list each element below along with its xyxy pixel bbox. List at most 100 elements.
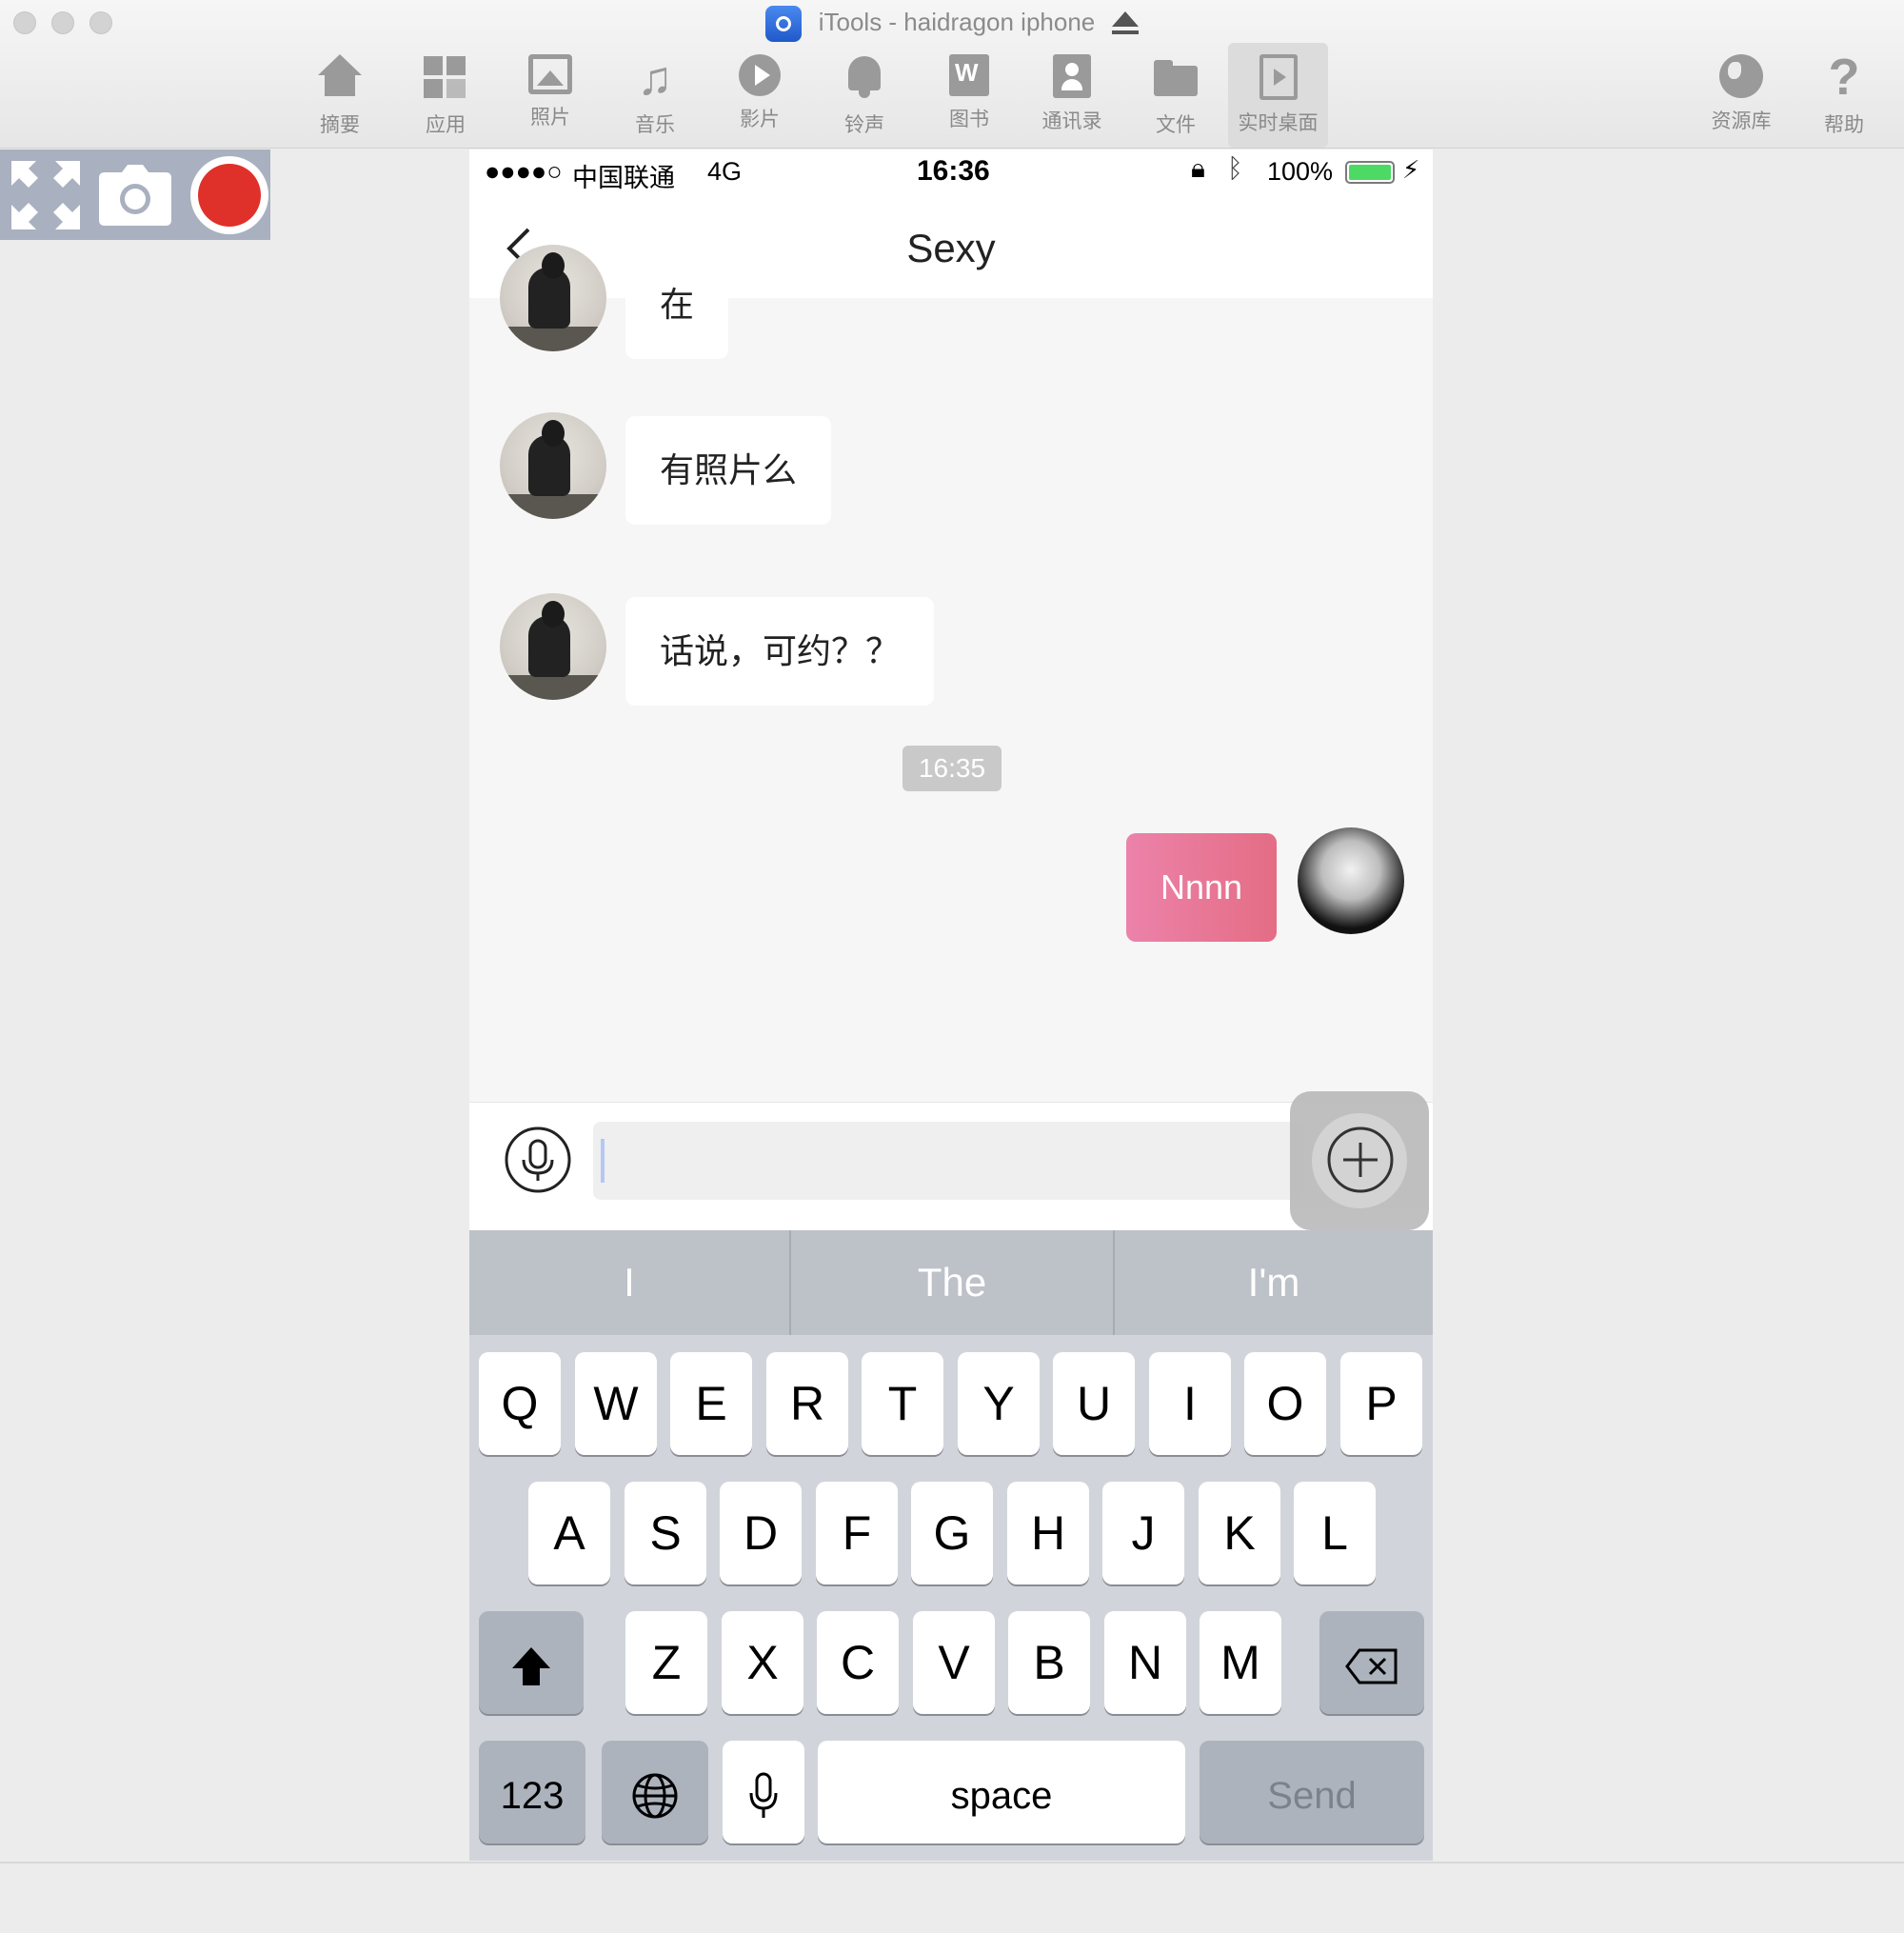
battery-icon — [1345, 161, 1395, 184]
numbers-key-label: 123 — [500, 1775, 565, 1817]
toolbar-item-label: 通讯录 — [1041, 110, 1102, 132]
contacts-icon — [1053, 54, 1091, 98]
apps-icon — [422, 54, 469, 102]
screen-icon — [1259, 54, 1298, 100]
record-button[interactable] — [190, 156, 268, 234]
suggestion-item[interactable]: I — [469, 1230, 789, 1335]
microphone-icon — [749, 1772, 778, 1818]
numbers-key[interactable]: 123 — [479, 1741, 585, 1843]
toolbar-item-music[interactable]: ♫ 音乐 — [607, 43, 703, 148]
message-input-bar — [469, 1091, 1433, 1231]
toolbar-item-contacts[interactable]: 通讯录 — [1024, 43, 1120, 148]
key-f[interactable]: F — [816, 1482, 898, 1584]
book-icon — [949, 54, 989, 96]
contact-avatar[interactable] — [500, 593, 606, 700]
toolbar-item-help[interactable]: ? 帮助 — [1796, 43, 1892, 148]
key-i[interactable]: I — [1149, 1352, 1231, 1455]
predictive-text-bar: I The I'm — [469, 1230, 1433, 1335]
key-v[interactable]: V — [913, 1611, 995, 1714]
chat-title: Sexy — [906, 226, 996, 270]
toolbar-item-live-desktop[interactable]: 实时桌面 — [1228, 43, 1328, 148]
key-a[interactable]: A — [528, 1482, 610, 1584]
charging-icon: ⚡ — [1402, 155, 1420, 184]
key-d[interactable]: D — [720, 1482, 802, 1584]
fullscreen-icon[interactable] — [10, 159, 82, 231]
screen-control-panel — [0, 149, 270, 240]
toolbar-item-label: 照片 — [530, 107, 570, 129]
key-r[interactable]: R — [766, 1352, 848, 1455]
backspace-key[interactable] — [1319, 1611, 1424, 1714]
window-titlebar: iTools - haidragon iphone 摘要 应用 照片 ♫ 音乐 … — [0, 0, 1904, 149]
key-l[interactable]: L — [1294, 1482, 1376, 1584]
key-w[interactable]: W — [575, 1352, 657, 1455]
globe-key[interactable] — [602, 1741, 708, 1843]
key-u[interactable]: U — [1053, 1352, 1135, 1455]
toolbar-item-label: 资源库 — [1711, 110, 1772, 132]
play-icon — [739, 54, 781, 96]
key-k[interactable]: K — [1199, 1482, 1280, 1584]
message-bubble-received[interactable]: 在 — [625, 250, 729, 359]
key-m[interactable]: M — [1200, 1611, 1281, 1714]
toolbar-item-resources[interactable]: 资源库 — [1694, 43, 1789, 148]
toolbar-item-apps[interactable]: 应用 — [398, 43, 493, 148]
window-title-text: iTools - haidragon iphone — [818, 7, 1096, 36]
camera-icon[interactable] — [99, 165, 171, 226]
toolbar-item-ringtones[interactable]: 铃声 — [817, 43, 912, 148]
globe-icon — [1719, 54, 1763, 98]
send-key[interactable]: Send — [1200, 1741, 1424, 1843]
toolbar-item-files[interactable]: 文件 — [1128, 43, 1223, 148]
key-t[interactable]: T — [862, 1352, 943, 1455]
itools-app-icon — [764, 6, 802, 42]
dictation-key[interactable] — [723, 1741, 804, 1843]
key-z[interactable]: Z — [625, 1611, 707, 1714]
key-s[interactable]: S — [625, 1482, 706, 1584]
suggestion-item[interactable]: The — [791, 1230, 1113, 1335]
signal-strength: ●●●●○ — [485, 157, 563, 186]
message-text-input[interactable] — [593, 1122, 1303, 1200]
contact-avatar[interactable] — [500, 245, 606, 351]
eject-icon[interactable] — [1112, 11, 1140, 36]
key-o[interactable]: O — [1244, 1352, 1326, 1455]
toolbar-item-label: 应用 — [426, 114, 466, 136]
toolbar-item-summary[interactable]: 摘要 — [292, 43, 387, 148]
status-bar: ●●●●○ 中国联通 4G 16:36 🔒︎ ᛒ 100% ⚡ — [469, 149, 1433, 199]
key-h[interactable]: H — [1007, 1482, 1089, 1584]
music-icon: ♫ — [637, 51, 673, 105]
toolbar-item-books[interactable]: 图书 — [922, 43, 1017, 148]
message-bubble-received[interactable]: 有照片么 — [625, 416, 832, 525]
orientation-lock-icon: 🔒︎ — [1191, 153, 1205, 183]
key-b[interactable]: B — [1008, 1611, 1090, 1714]
help-icon: ? — [1828, 49, 1860, 106]
carrier-name: 中国联通 — [572, 164, 675, 192]
voice-input-button[interactable] — [504, 1126, 572, 1194]
key-n[interactable]: N — [1104, 1611, 1186, 1714]
key-y[interactable]: Y — [958, 1352, 1040, 1455]
key-x[interactable]: X — [722, 1611, 803, 1714]
shift-key[interactable] — [479, 1611, 584, 1714]
add-attachment-button[interactable] — [1326, 1126, 1395, 1194]
key-q[interactable]: Q — [479, 1352, 561, 1455]
key-g[interactable]: G — [911, 1482, 993, 1584]
backspace-icon — [1345, 1648, 1398, 1684]
window-footer — [0, 1862, 1904, 1933]
key-j[interactable]: J — [1102, 1482, 1184, 1584]
key-c[interactable]: C — [817, 1611, 899, 1714]
suggestion-item[interactable]: I'm — [1115, 1230, 1433, 1335]
message-bubble-sent[interactable]: Nnnn — [1126, 833, 1278, 942]
toolbar-item-movies[interactable]: 影片 — [712, 43, 807, 148]
toolbar-item-label: 铃声 — [844, 114, 884, 136]
window-title: iTools - haidragon iphone — [0, 6, 1904, 42]
key-p[interactable]: P — [1340, 1352, 1422, 1455]
folder-icon — [1152, 54, 1200, 102]
network-type: 4G — [707, 157, 743, 186]
home-icon — [316, 54, 364, 102]
contact-avatar[interactable] — [500, 412, 606, 519]
message-bubble-received[interactable]: 话说，可约？？ — [625, 597, 935, 706]
toolbar-item-label: 摘要 — [320, 114, 360, 136]
my-avatar[interactable] — [1298, 827, 1404, 934]
space-key[interactable]: space — [818, 1741, 1185, 1843]
toolbar-item-photos[interactable]: 照片 — [503, 43, 598, 148]
keyboard: QWERTYUIOP ASDFGHJKL ZXCVBNM 123 space S… — [469, 1335, 1433, 1861]
key-e[interactable]: E — [670, 1352, 752, 1455]
toolbar-item-label: 影片 — [740, 109, 780, 130]
